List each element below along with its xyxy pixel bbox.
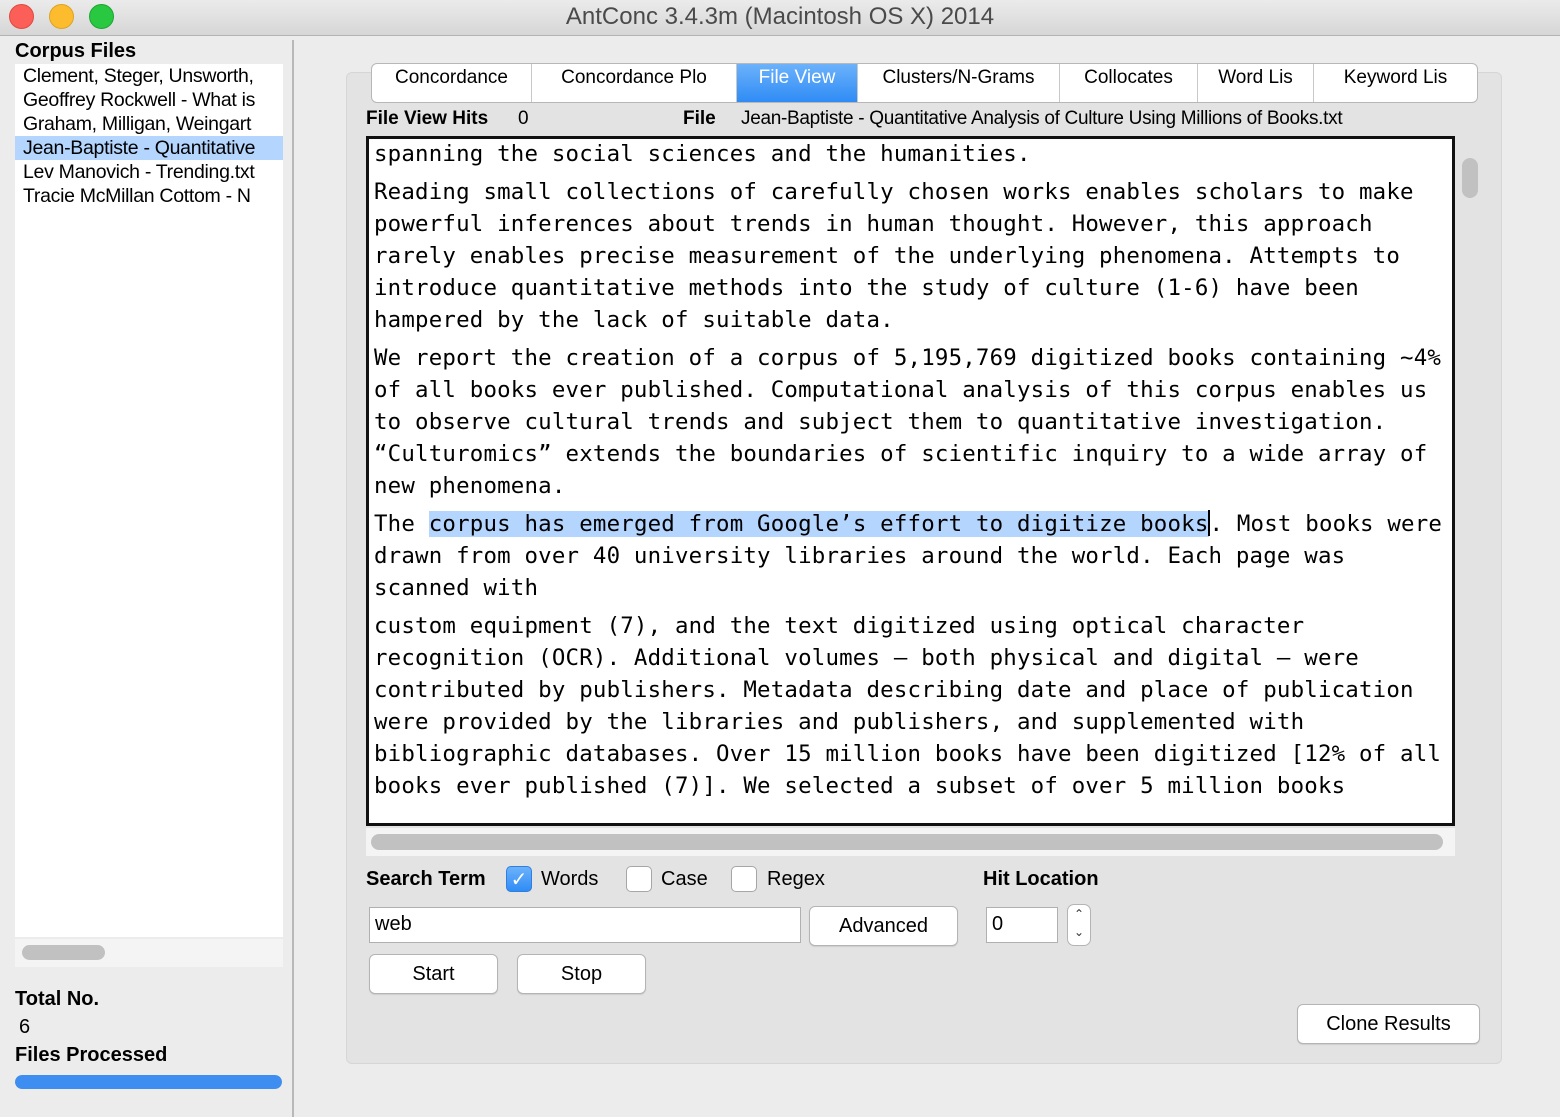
search-term-label: Search Term — [366, 868, 486, 890]
corpus-files-label: Corpus Files — [15, 40, 137, 62]
words-checkbox[interactable]: ✓ — [506, 866, 532, 892]
case-label: Case — [661, 868, 708, 890]
search-term-input[interactable]: web — [369, 907, 801, 943]
text-before-selection: The — [374, 511, 429, 537]
file-list-scroll-thumb[interactable] — [22, 945, 105, 960]
total-files-label: Total No. — [15, 988, 100, 1010]
advanced-button[interactable]: Advanced — [809, 906, 958, 946]
file-label: File — [683, 108, 716, 129]
regex-label: Regex — [767, 868, 825, 890]
files-processed-progress-bar — [15, 1075, 282, 1089]
window-title: AntConc 3.4.3m (Macintosh OS X) 2014 — [565, 3, 995, 30]
file-name: Jean-Baptiste - Quantitative Analysis of… — [741, 108, 1343, 129]
tab-keyword-list[interactable]: Keyword Lis — [1314, 64, 1477, 102]
stepper-up-icon[interactable]: ⌃ — [1068, 905, 1090, 923]
hit-location-input[interactable]: 0 — [986, 907, 1058, 943]
tab-file-view[interactable]: File View — [737, 64, 858, 102]
file-list-item[interactable]: Geoffrey Rockwell - What is — [15, 88, 283, 112]
tool-tabs: Concordance Concordance Plo File View Cl… — [371, 63, 1478, 103]
case-checkbox[interactable] — [626, 866, 652, 892]
file-text-view[interactable]: spanning the social sciences and the hum… — [366, 136, 1455, 826]
tab-word-list[interactable]: Word Lis — [1198, 64, 1314, 102]
progress-fill — [15, 1075, 282, 1089]
title-bar: AntConc 3.4.3m (Macintosh OS X) 2014 — [0, 0, 1560, 36]
text-paragraph: custom equipment (7), and the text digit… — [374, 613, 1455, 799]
stepper-down-icon[interactable]: ⌄ — [1068, 923, 1090, 941]
clone-results-button[interactable]: Clone Results — [1297, 1004, 1480, 1044]
tab-concordance-plot[interactable]: Concordance Plo — [532, 64, 737, 102]
file-list-item[interactable]: Graham, Milligan, Weingart — [15, 112, 283, 136]
files-processed-label: Files Processed — [15, 1044, 168, 1066]
split-pane-divider[interactable] — [292, 40, 294, 1117]
text-horizontal-scroll-thumb[interactable] — [371, 834, 1443, 850]
hit-location-label: Hit Location — [983, 868, 1099, 890]
text-paragraph: The corpus has emerged from Google’s eff… — [374, 508, 1449, 604]
file-list-item[interactable]: Lev Manovich - Trending.txt — [15, 160, 283, 184]
total-files-value: 6 — [19, 1016, 31, 1038]
file-list-item-selected[interactable]: Jean-Baptiste - Quantitative — [15, 136, 283, 160]
file-view-hits-label: File View Hits — [366, 108, 489, 129]
hit-location-stepper[interactable]: ⌃ ⌄ — [1067, 904, 1091, 946]
regex-checkbox[interactable] — [731, 866, 757, 892]
stop-button[interactable]: Stop — [517, 954, 646, 994]
start-button[interactable]: Start — [369, 954, 498, 994]
tab-clusters-ngrams[interactable]: Clusters/N-Grams — [858, 64, 1060, 102]
text-paragraph: Reading small collections of carefully c… — [374, 179, 1428, 333]
corpus-file-list[interactable]: Clement, Steger, Unsworth, Geoffrey Rock… — [15, 64, 283, 937]
file-list-item[interactable]: Clement, Steger, Unsworth, — [15, 64, 283, 88]
words-label: Words — [541, 868, 599, 890]
file-view-hits-value: 0 — [518, 108, 529, 129]
text-paragraph: We report the creation of a corpus of 5,… — [374, 345, 1455, 499]
file-list-item[interactable]: Tracie McMillan Cottom - N — [15, 184, 283, 208]
text-paragraph: spanning the social sciences and the hum… — [374, 141, 1031, 167]
tab-concordance[interactable]: Concordance — [372, 64, 532, 102]
selected-text: corpus has emerged from Google’s effort … — [428, 511, 1209, 537]
checkmark-icon: ✓ — [510, 869, 528, 891]
text-vertical-scroll-thumb[interactable] — [1462, 158, 1478, 198]
tab-collocates[interactable]: Collocates — [1060, 64, 1198, 102]
